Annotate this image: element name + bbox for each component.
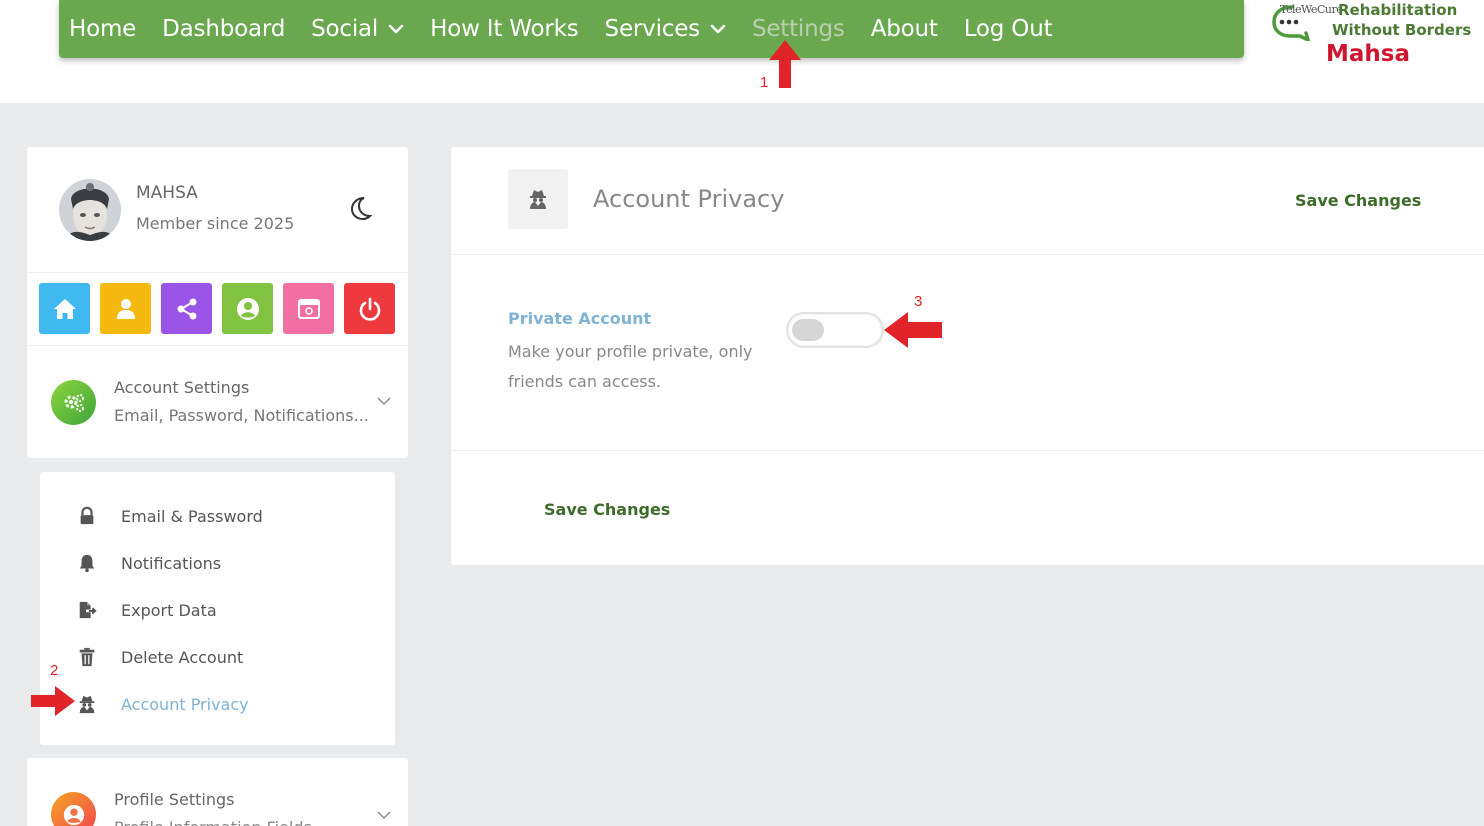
nav-home[interactable]: Home: [69, 16, 136, 42]
logo-small-text: TeleWeCure: [1280, 3, 1343, 16]
divider: [27, 272, 408, 273]
file-export-icon: [76, 599, 98, 621]
divider: [451, 450, 1484, 451]
account-settings-title: Account Settings: [114, 378, 250, 397]
account-circle-icon: [236, 297, 259, 320]
account-settings-subtitle: Email, Password, Notifications...: [114, 406, 369, 425]
bell-icon: [76, 552, 98, 574]
save-changes-button-top[interactable]: Save Changes: [1295, 191, 1421, 210]
browser-window-icon: [297, 298, 320, 319]
quick-home-button[interactable]: [39, 283, 90, 334]
lock-icon: [76, 505, 98, 527]
annotation-arrow-right: [31, 686, 75, 716]
submenu-account-privacy[interactable]: Account Privacy: [76, 691, 376, 717]
page-title: Account Privacy: [593, 185, 785, 213]
profile-name: MAHSA: [136, 183, 198, 203]
nav-log-out[interactable]: Log Out: [964, 16, 1053, 42]
nav-social-label: Social: [311, 16, 379, 42]
annotation-arrow-left: [884, 312, 942, 348]
profile-settings-subtitle: Profile Information Fields: [114, 818, 312, 826]
site-logo[interactable]: TeleWeCure Rehabilitation Without Border…: [1268, 0, 1478, 72]
share-icon: [177, 298, 196, 319]
logo-line1: Rehabilitation: [1338, 1, 1458, 19]
home-icon: [53, 298, 76, 319]
submenu-label: Account Privacy: [121, 694, 249, 714]
trash-icon: [76, 646, 98, 668]
chevron-down-icon: [710, 24, 726, 34]
user-secret-icon: [76, 693, 98, 715]
quick-profile-button[interactable]: [100, 283, 151, 334]
submenu-label: Notifications: [121, 553, 222, 573]
gears-icon: [51, 380, 96, 425]
divider: [27, 345, 408, 346]
nav-about-label: About: [870, 16, 938, 42]
moon-icon[interactable]: [347, 195, 373, 221]
nav-dashboard[interactable]: Dashboard: [162, 16, 285, 42]
nav-about[interactable]: About: [871, 16, 938, 42]
submenu-email-password[interactable]: Email & Password: [76, 503, 376, 529]
private-account-label: Private Account: [508, 309, 652, 328]
annotation-number-3: 3: [914, 293, 923, 310]
nav-settings-label: Settings: [751, 16, 845, 42]
avatar[interactable]: [59, 179, 121, 241]
quick-logout-button[interactable]: [344, 283, 395, 334]
profile-settings-title: Profile Settings: [114, 790, 235, 809]
nav-services-label: Services: [604, 16, 701, 42]
toggle-knob: [792, 319, 824, 341]
annotation-arrow-up: [769, 40, 801, 88]
logo-line2: Without Borders: [1332, 21, 1472, 39]
chevron-down-icon: [377, 397, 391, 405]
submenu-export-data[interactable]: Export Data: [76, 597, 376, 623]
nav-dashboard-label: Dashboard: [162, 16, 286, 42]
annotation-number-1: 1: [760, 74, 769, 91]
submenu-notifications[interactable]: Notifications: [76, 550, 376, 576]
account-settings-submenu: Email & Password Notifications Export Da…: [40, 472, 395, 745]
annotation-number-2: 2: [50, 662, 59, 679]
power-icon: [359, 297, 380, 321]
submenu-delete-account[interactable]: Delete Account: [76, 644, 376, 670]
chevron-down-icon: [388, 24, 404, 34]
quick-share-button[interactable]: [161, 283, 212, 334]
quick-account-button[interactable]: [222, 283, 273, 334]
nav-social[interactable]: Social: [311, 16, 404, 42]
submenu-label: Delete Account: [121, 647, 244, 667]
nav-services[interactable]: Services: [605, 16, 726, 42]
divider: [451, 254, 1484, 255]
main-nav: Home Dashboard Social How It Works Servi…: [59, 0, 1244, 58]
submenu-label: Export Data: [121, 600, 217, 620]
submenu-label: Email & Password: [121, 506, 263, 526]
user-icon: [116, 298, 135, 319]
quick-window-button[interactable]: [283, 283, 334, 334]
save-changes-button-bottom[interactable]: Save Changes: [544, 500, 670, 519]
header: Home Dashboard Social How It Works Servi…: [0, 0, 1484, 103]
profile-settings-card[interactable]: Profile Settings Profile Information Fie…: [27, 758, 408, 826]
nav-log-out-label: Log Out: [963, 16, 1053, 42]
logo-line3: Mahsa: [1326, 41, 1410, 67]
user-circle-icon: [51, 792, 96, 826]
profile-card: MAHSA Member since 2025 Account Settings: [27, 147, 408, 458]
account-settings-toggle[interactable]: Account Settings Email, Password, Notifi…: [51, 378, 391, 428]
private-account-description: Make your profile private, only friends …: [508, 342, 753, 391]
quick-actions: [39, 283, 405, 334]
nav-how-it-works-label: How It Works: [430, 16, 579, 42]
nav-how-it-works[interactable]: How It Works: [430, 16, 579, 42]
member-since: Member since 2025: [136, 214, 295, 233]
private-account-toggle[interactable]: [786, 312, 884, 348]
nav-home-label: Home: [69, 16, 137, 42]
nav-settings[interactable]: Settings: [752, 16, 845, 42]
user-secret-icon: [508, 169, 568, 229]
chevron-down-icon: [377, 811, 391, 819]
account-privacy-panel: Account Privacy Save Changes Private Acc…: [451, 147, 1484, 565]
